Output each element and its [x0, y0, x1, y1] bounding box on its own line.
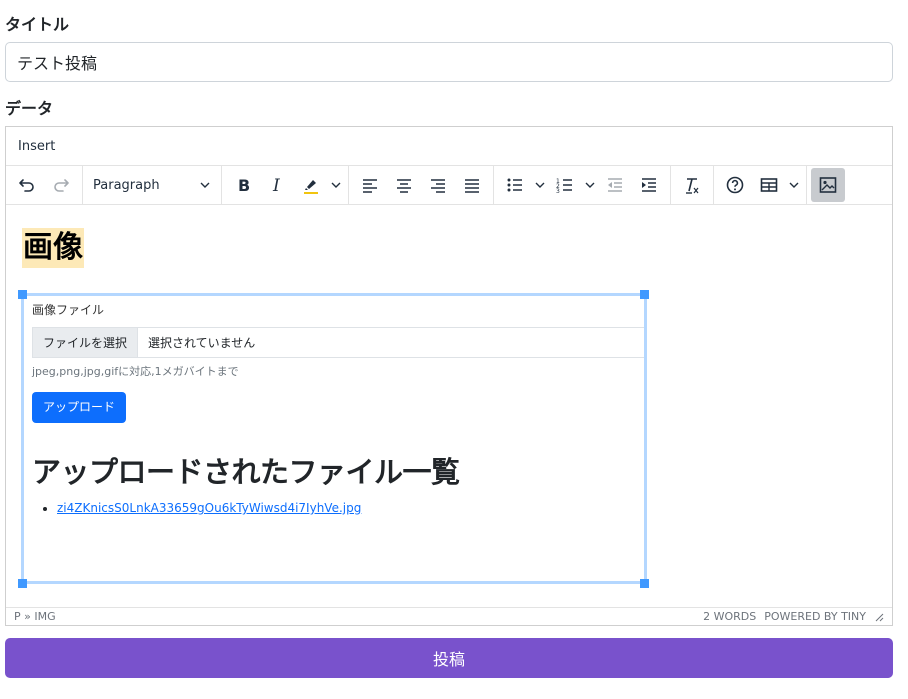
title-input[interactable] [5, 42, 893, 82]
chevron-down-icon [200, 182, 210, 188]
table-dropdown-button[interactable] [786, 168, 802, 202]
image-file-label: 画像ファイル [32, 303, 105, 317]
bullet-list-button[interactable] [498, 168, 532, 202]
content-heading: 画像 [23, 230, 83, 265]
bold-icon: B [238, 176, 250, 195]
highlight-color-button[interactable] [294, 168, 328, 202]
numbered-list-dropdown-button[interactable] [582, 168, 598, 202]
redo-button[interactable] [44, 168, 78, 202]
clear-formatting-button[interactable] [675, 168, 709, 202]
rich-text-editor: Insert Paragraph B I 1 2 3 画像 画像ファイル ファイ… [5, 126, 893, 626]
clear-formatting-icon [686, 178, 699, 194]
numbered-list-split-button: 123 [548, 168, 598, 202]
media-group [807, 166, 849, 204]
list-group: 123 [494, 166, 671, 204]
file-help-text: jpeg,png,jpg,gifに対応,1メガバイトまで [32, 365, 239, 378]
outdent-icon [608, 178, 622, 192]
image-icon [819, 177, 837, 193]
status-right: 2 WORDS POWERED BY TINY [703, 610, 884, 623]
align-center-icon [397, 179, 411, 193]
word-count[interactable]: 2 WORDS [703, 610, 756, 623]
element-path[interactable]: P » IMG [14, 610, 56, 623]
content-heading-highlight: 画像 [22, 228, 84, 268]
chevron-down-icon [535, 182, 545, 188]
title-label: タイトル [5, 15, 70, 34]
highlighter-icon [304, 180, 318, 194]
list-item: zi4ZKnicsS0LnkA33659gOu6kTyWiwsd4i7IyhVe… [57, 501, 644, 515]
selected-embed-frame[interactable]: 画像ファイル ファイルを選択 選択されていません jpeg,png,jpg,gi… [21, 293, 647, 584]
indent-icon [642, 178, 656, 192]
numbered-list-icon: 123 [556, 178, 572, 195]
editor-statusbar: P » IMG 2 WORDS POWERED BY TINY [6, 607, 892, 625]
file-input[interactable]: ファイルを選択 選択されていません [32, 327, 644, 358]
chevron-down-icon [585, 182, 595, 188]
uploaded-file-link[interactable]: zi4ZKnicsS0LnkA33659gOu6kTyWiwsd4i7IyhVe… [57, 501, 361, 515]
numbered-list-button[interactable]: 123 [548, 168, 582, 202]
resize-grip-icon[interactable] [874, 612, 884, 622]
uploaded-file-list: zi4ZKnicsS0LnkA33659gOu6kTyWiwsd4i7IyhVe… [32, 501, 644, 515]
bold-button[interactable]: B [226, 168, 260, 202]
resize-handle-top-left[interactable] [18, 290, 27, 299]
editor-toolbar: Paragraph B I 1 2 3 [6, 166, 892, 205]
block-group: Paragraph [83, 166, 222, 204]
align-group [349, 166, 494, 204]
svg-text:B: B [238, 176, 250, 195]
svg-text:3: 3 [556, 188, 560, 195]
indent-button[interactable] [632, 168, 666, 202]
align-right-icon [431, 179, 445, 193]
insert-image-button[interactable] [811, 168, 845, 202]
help-button[interactable] [718, 168, 752, 202]
undo-icon [19, 179, 34, 192]
bullet-list-icon [507, 178, 522, 192]
outdent-button[interactable] [598, 168, 632, 202]
choose-file-button[interactable]: ファイルを選択 [33, 328, 139, 357]
align-left-icon [363, 179, 377, 193]
bullet-list-dropdown-button[interactable] [532, 168, 548, 202]
submit-button[interactable]: 投稿 [5, 638, 893, 678]
resize-handle-bottom-left[interactable] [18, 579, 27, 588]
data-label: データ [5, 99, 54, 118]
block-format-select[interactable]: Paragraph [87, 168, 217, 202]
resize-handle-bottom-right[interactable] [640, 579, 649, 588]
clear-group [671, 166, 714, 204]
chevron-down-icon [789, 182, 799, 188]
align-right-button[interactable] [421, 168, 455, 202]
highlight-dropdown-button[interactable] [328, 168, 344, 202]
table-icon [760, 178, 778, 192]
editor-menubar: Insert [6, 127, 892, 166]
upload-button[interactable]: アップロード [32, 392, 127, 423]
history-group [6, 166, 83, 204]
powered-by-link[interactable]: POWERED BY TINY [764, 610, 866, 623]
embed-content: 画像ファイル ファイルを選択 選択されていません jpeg,png,jpg,gi… [32, 301, 644, 515]
help-icon [726, 176, 744, 194]
editor-content[interactable]: 画像 画像ファイル ファイルを選択 選択されていません jpeg,png,jpg… [6, 206, 892, 608]
highlight-split-button [294, 168, 344, 202]
align-justify-button[interactable] [455, 168, 489, 202]
italic-button[interactable]: I [260, 168, 294, 202]
chevron-down-icon [331, 182, 341, 188]
align-justify-icon [465, 179, 479, 193]
table-split-button [752, 168, 802, 202]
undo-button[interactable] [10, 168, 44, 202]
misc-group [714, 166, 807, 204]
no-file-text: 選択されていません [148, 336, 256, 350]
resize-handle-top-right[interactable] [640, 290, 649, 299]
svg-text:I: I [272, 176, 280, 195]
format-group: B I [222, 166, 349, 204]
uploaded-files-heading: アップロードされたファイル一覧 [32, 455, 460, 489]
menu-insert[interactable]: Insert [18, 139, 55, 154]
table-button[interactable] [752, 168, 786, 202]
align-left-button[interactable] [353, 168, 387, 202]
italic-icon: I [272, 176, 280, 195]
bullet-list-split-button [498, 168, 548, 202]
align-center-button[interactable] [387, 168, 421, 202]
redo-icon [54, 179, 69, 192]
block-format-label: Paragraph [93, 177, 160, 193]
